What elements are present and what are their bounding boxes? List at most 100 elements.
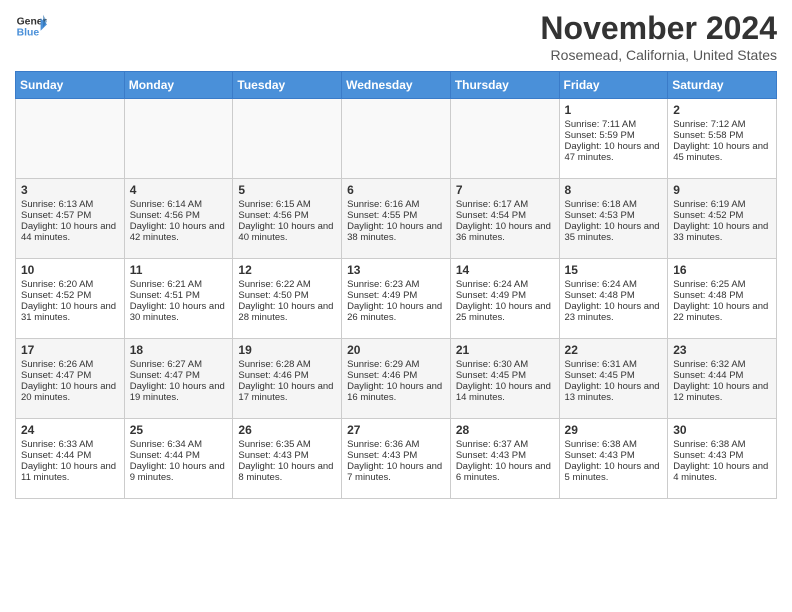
day-info-line: Sunset: 4:45 PM [565,370,663,381]
day-info-line: Daylight: 10 hours and 6 minutes. [456,461,554,483]
location: Rosemead, California, United States [540,47,777,63]
day-info-line: Daylight: 10 hours and 38 minutes. [347,221,445,243]
calendar-day-cell: 26Sunrise: 6:35 AMSunset: 4:43 PMDayligh… [233,419,342,499]
day-info-line: Daylight: 10 hours and 26 minutes. [347,301,445,323]
calendar-day-cell: 16Sunrise: 6:25 AMSunset: 4:48 PMDayligh… [668,259,777,339]
day-info-line: Sunset: 5:59 PM [565,130,663,141]
month-title: November 2024 [540,10,777,47]
day-info-line: Daylight: 10 hours and 11 minutes. [21,461,119,483]
day-number: 12 [238,263,336,277]
calendar-day-cell: 13Sunrise: 6:23 AMSunset: 4:49 PMDayligh… [342,259,451,339]
day-number: 29 [565,423,663,437]
weekday-header: Saturday [668,72,777,99]
day-info-line: Sunrise: 6:13 AM [21,199,119,210]
day-number: 15 [565,263,663,277]
calendar-day-cell: 6Sunrise: 6:16 AMSunset: 4:55 PMDaylight… [342,179,451,259]
day-info-line: Sunset: 4:49 PM [347,290,445,301]
day-number: 27 [347,423,445,437]
day-info-line: Sunrise: 6:21 AM [130,279,228,290]
calendar-day-cell [124,99,233,179]
day-info-line: Daylight: 10 hours and 8 minutes. [238,461,336,483]
day-info-line: Sunrise: 6:30 AM [456,359,554,370]
day-info-line: Sunset: 4:53 PM [565,210,663,221]
day-info-line: Daylight: 10 hours and 9 minutes. [130,461,228,483]
day-info-line: Daylight: 10 hours and 14 minutes. [456,381,554,403]
day-info-line: Daylight: 10 hours and 23 minutes. [565,301,663,323]
day-info-line: Daylight: 10 hours and 17 minutes. [238,381,336,403]
day-info-line: Sunset: 4:54 PM [456,210,554,221]
day-info-line: Sunset: 4:57 PM [21,210,119,221]
day-info-line: Sunrise: 6:24 AM [456,279,554,290]
day-info-line: Sunset: 4:50 PM [238,290,336,301]
day-number: 8 [565,183,663,197]
calendar-day-cell: 19Sunrise: 6:28 AMSunset: 4:46 PMDayligh… [233,339,342,419]
calendar-day-cell [233,99,342,179]
day-info-line: Sunrise: 6:22 AM [238,279,336,290]
day-info-line: Sunset: 4:56 PM [130,210,228,221]
weekday-header: Monday [124,72,233,99]
calendar-day-cell: 20 Sunrise: 6:29 AMSunset: 4:46 PMDayligh… [342,339,451,419]
day-info-line: Sunrise: 6:16 AM [347,199,445,210]
day-info-line: Daylight: 10 hours and 20 minutes. [21,381,119,403]
calendar-day-cell: 3Sunrise: 6:13 AMSunset: 4:57 PMDaylight… [16,179,125,259]
day-info-line: Sunset: 4:48 PM [673,290,771,301]
calendar-day-cell: 5Sunrise: 6:15 AMSunset: 4:56 PMDaylight… [233,179,342,259]
weekday-header: Friday [559,72,668,99]
calendar-week-row: 1 Sunrise: 7:11 AMSunset: 5:59 PMDaylight… [16,99,777,179]
day-info-line: Sunrise: 6:34 AM [130,439,228,450]
day-info-line: Sunrise: 6:28 AM [238,359,336,370]
day-info-line: Sunrise: 7:11 AM [565,119,663,130]
day-info-line: Daylight: 10 hours and 31 minutes. [21,301,119,323]
day-info-line: Daylight: 10 hours and 5 minutes. [565,461,663,483]
day-number: 22 [565,343,663,357]
day-info-line: Daylight: 10 hours and 16 minutes. [347,381,445,403]
day-info-line: Sunset: 4:52 PM [673,210,771,221]
day-info-line: Sunset: 4:43 PM [565,450,663,461]
day-info-line: Daylight: 10 hours and 12 minutes. [673,381,771,403]
day-number: 20 [347,343,445,357]
day-info-line: Daylight: 10 hours and 28 minutes. [238,301,336,323]
calendar-day-cell [450,99,559,179]
calendar-day-cell: 1 Sunrise: 7:11 AMSunset: 5:59 PMDaylight… [559,99,668,179]
day-info-line: Daylight: 10 hours and 22 minutes. [673,301,771,323]
calendar-day-cell: 8Sunrise: 6:18 AMSunset: 4:53 PMDaylight… [559,179,668,259]
day-number: 21 [456,343,554,357]
day-info-line: Sunrise: 6:14 AM [130,199,228,210]
day-info-line: Sunrise: 6:31 AM [565,359,663,370]
day-number: 30 [673,423,771,437]
day-number: 9 [673,183,771,197]
calendar-day-cell: 9 Sunrise: 6:19 AMSunset: 4:52 PMDaylight… [668,179,777,259]
day-number: 1 [565,103,663,117]
day-number: 3 [21,183,119,197]
calendar-day-cell: 22 Sunrise: 6:31 AMSunset: 4:45 PMDayligh… [559,339,668,419]
day-number: 28 [456,423,554,437]
day-info-line: Sunrise: 6:33 AM [21,439,119,450]
header: General Blue November 2024 Rosemead, Cal… [15,10,777,63]
day-number: 5 [238,183,336,197]
day-info-line: Sunrise: 6:19 AM [673,199,771,210]
day-info-line: Sunset: 4:46 PM [347,370,445,381]
day-number: 24 [21,423,119,437]
day-info-line: Daylight: 10 hours and 40 minutes. [238,221,336,243]
calendar-day-cell: 7Sunrise: 6:17 AMSunset: 4:54 PMDaylight… [450,179,559,259]
day-info-line: Daylight: 10 hours and 19 minutes. [130,381,228,403]
calendar-day-cell: 24 Sunrise: 6:33 AMSunset: 4:44 PMDayligh… [16,419,125,499]
day-info-line: Sunrise: 6:27 AM [130,359,228,370]
day-info-line: Sunset: 4:44 PM [21,450,119,461]
day-info-line: Daylight: 10 hours and 33 minutes. [673,221,771,243]
day-number: 2 [673,103,771,117]
day-number: 23 [673,343,771,357]
calendar-day-cell: 11Sunrise: 6:21 AMSunset: 4:51 PMDayligh… [124,259,233,339]
day-info-line: Daylight: 10 hours and 47 minutes. [565,141,663,163]
day-info-line: Sunrise: 6:29 AM [347,359,445,370]
day-info-line: Sunrise: 6:38 AM [565,439,663,450]
day-info-line: Sunrise: 6:20 AM [21,279,119,290]
day-info-line: Sunrise: 6:37 AM [456,439,554,450]
day-number: 17 [21,343,119,357]
calendar-day-cell [342,99,451,179]
day-info-line: Daylight: 10 hours and 13 minutes. [565,381,663,403]
day-info-line: Sunrise: 6:26 AM [21,359,119,370]
day-number: 25 [130,423,228,437]
calendar-week-row: 10Sunrise: 6:20 AMSunset: 4:52 PMDayligh… [16,259,777,339]
day-info-line: Sunset: 4:43 PM [238,450,336,461]
